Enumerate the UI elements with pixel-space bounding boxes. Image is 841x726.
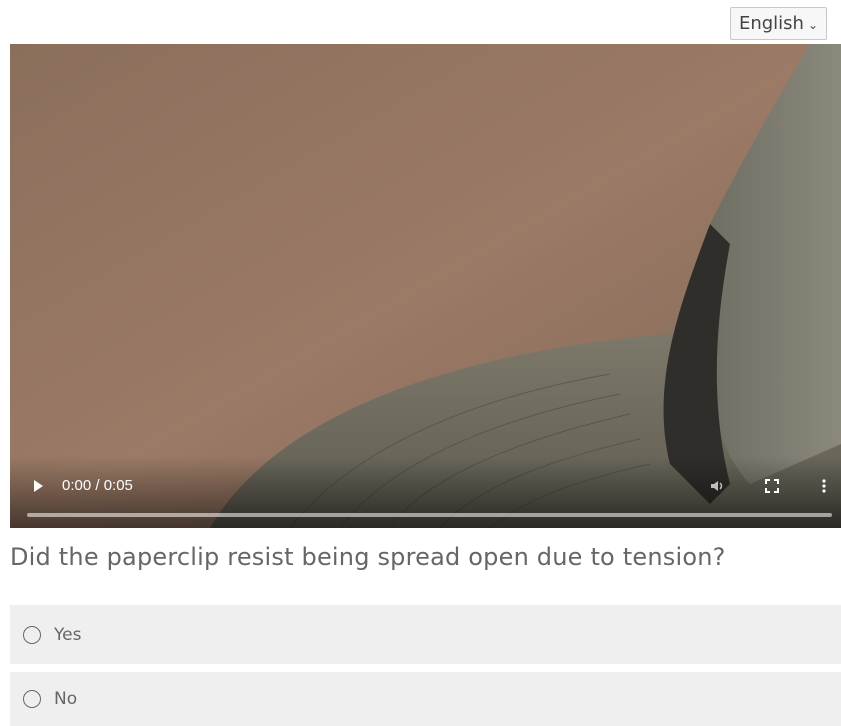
language-select-value: English — [738, 13, 804, 34]
fullscreen-icon[interactable] — [764, 478, 780, 494]
answer-option-label: Yes — [54, 624, 82, 645]
volume-icon[interactable] — [709, 478, 727, 494]
page: English ⌄ 0:00 / 0:05 Did the paperclip … — [0, 0, 841, 726]
answer-option-yes[interactable]: Yes — [10, 605, 841, 664]
answer-option-label: No — [54, 689, 78, 709]
radio-unchecked-icon[interactable] — [23, 625, 41, 644]
radio-unchecked-icon[interactable] — [23, 690, 41, 708]
video-progress-bar[interactable] — [27, 513, 832, 517]
video-time: 0:00 / 0:05 — [62, 477, 133, 494]
more-vertical-icon[interactable] — [818, 478, 830, 494]
video-player[interactable]: 0:00 / 0:05 — [10, 44, 841, 528]
chevron-down-icon: ⌄ — [807, 17, 819, 32]
language-select[interactable]: English ⌄ — [730, 7, 827, 40]
answer-option-no[interactable]: No — [10, 672, 841, 726]
question-text: Did the paperclip resist being spread op… — [10, 543, 726, 571]
play-icon[interactable] — [30, 478, 46, 494]
video-controls: 0:00 / 0:05 — [10, 456, 841, 528]
